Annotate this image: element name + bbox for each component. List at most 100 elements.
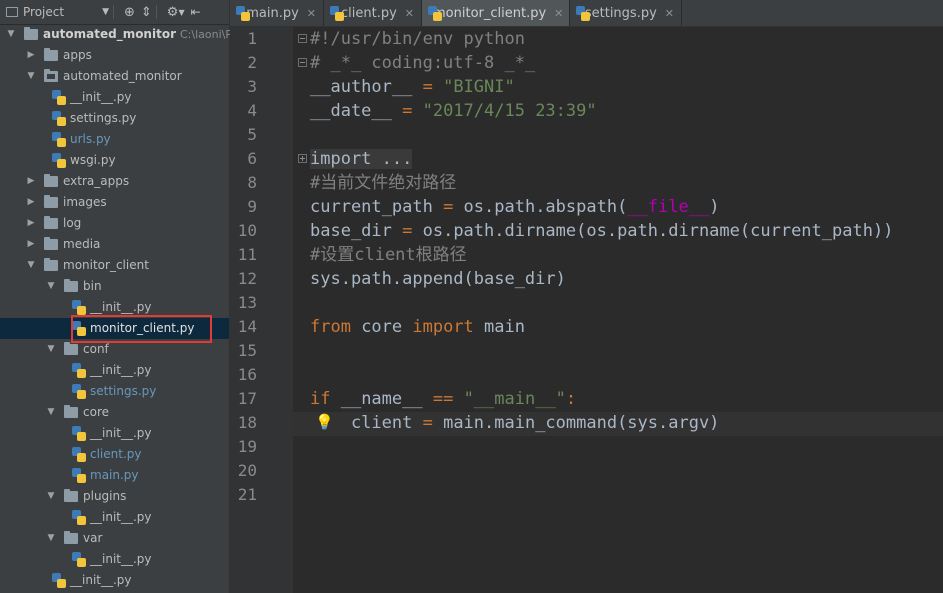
tree-file-item[interactable]: client.py [0,444,229,465]
folder-icon [64,531,80,545]
toolbar-separator [155,5,157,19]
tab-main-py[interactable]: main.py ✕ [230,0,324,26]
tree-item-label: plugins [83,489,127,503]
line-number: 16 [237,365,257,384]
code-line-9: current_path = os.path.abspath(__file__) [310,195,719,219]
expand-arrow-icon[interactable]: ▼ [46,406,56,418]
tab-settings-py[interactable]: settings.py ✕ [570,0,682,26]
imported-name: main [473,317,525,337]
line-number: 9 [247,197,257,216]
tree-item-label: __init__.py [70,573,132,587]
tree-item-label: settings.py [70,111,137,125]
fold-marker-icon[interactable] [298,58,307,67]
tree-file-item[interactable]: settings.py [0,108,229,129]
line-number: 19 [237,437,257,456]
tab-client-py[interactable]: client.py ✕ [324,0,422,26]
tree-item-label: settings.py [90,384,157,398]
expand-fold-icon[interactable] [298,154,307,163]
tree-folder-item[interactable]: ▶ log [0,213,229,234]
collapse-arrow-icon[interactable]: ▶ [26,196,36,208]
assign-op: = [412,413,444,433]
tree-item-label: urls.py [70,132,111,146]
tree-file-item[interactable]: __init__.py [0,507,229,528]
expand-arrow-icon[interactable]: ▼ [46,280,56,292]
close-icon[interactable]: ✕ [665,7,674,20]
expand-arrow-icon[interactable]: ▼ [26,70,36,82]
python-file-icon [52,111,68,126]
main-string: "__main__" [453,389,566,409]
dropdown-arrow-icon: ▼ [102,7,109,17]
hide-panel-icon[interactable]: ⇤ [191,0,201,24]
tree-file-item[interactable]: wsgi.py [0,150,229,171]
line-number: 10 [237,221,257,240]
tree-file-item[interactable]: __init__.py [0,423,229,444]
expand-arrow-icon[interactable]: ▼ [46,343,56,355]
project-toolbar: Project ▼ ⊕ ⇕ ⚙ ▼ ⇤ [0,0,229,25]
project-view-label: Project [23,5,65,19]
close-icon[interactable]: ✕ [554,7,563,20]
name-dunder: __name__ [330,389,433,409]
tab-monitor-client-py[interactable]: monitor_client.py ✕ [422,0,570,26]
tree-item-label: main.py [90,468,139,482]
code-line-8: #当前文件绝对路径 [310,171,456,195]
tree-item-label: __init__.py [90,510,152,524]
expand-arrow-icon[interactable]: ▼ [46,532,56,544]
project-view-selector[interactable]: Project ▼ [6,0,109,24]
tree-folder-item[interactable]: ▶ images [0,192,229,213]
tree-file-item[interactable]: __init__.py [0,360,229,381]
code-line-3: __author__ = "BIGNI" [310,75,515,99]
highlight-box [71,315,212,343]
tree-folder-item[interactable]: ▼ automated_monitor [0,66,229,87]
scroll-from-source-icon[interactable]: ⊕ [124,0,135,24]
tree-file-item[interactable]: urls.py [0,129,229,150]
collapse-arrow-icon[interactable]: ▶ [26,217,36,229]
collapse-arrow-icon[interactable]: ▶ [26,238,36,250]
expand-arrow-icon[interactable]: ▼ [26,259,36,271]
tree-item-label: __init__.py [90,300,152,314]
tree-folder-item[interactable]: ▼ monitor_client [0,255,229,276]
tree-file-item[interactable]: __init__.py [0,549,229,570]
expand-arrow-icon[interactable]: ▼ [46,490,56,502]
collapse-arrow-icon[interactable]: ▶ [26,175,36,187]
tree-item-label: wsgi.py [70,153,116,167]
tree-item-label: log [63,216,82,230]
close-icon[interactable]: ✕ [405,7,414,20]
close-icon[interactable]: ✕ [307,7,316,20]
python-file-icon [330,5,344,21]
code-editor[interactable]: #!/usr/bin/env python # _*_ coding:utf-8… [293,27,943,593]
fold-marker-icon[interactable] [298,34,307,43]
tree-folder-item[interactable]: ▼ automated_monitor C:\laoni\P [0,24,232,45]
tree-file-item[interactable]: main.py [0,465,229,486]
code-line-12: sys.path.append(base_dir) [310,267,566,291]
tree-file-item[interactable]: __init__.py [0,87,229,108]
collapse-arrow-icon[interactable]: ▶ [26,49,36,61]
collapse-all-icon[interactable]: ⇕ [141,0,152,24]
project-icon [6,7,18,17]
assign-op: = [391,101,423,121]
python-file-icon [52,90,68,105]
code-line-2: # _*_ coding:utf-8 _*_ [310,51,535,75]
folded-imports[interactable]: import ... [310,149,413,169]
tree-folder-item[interactable]: ▶ apps [0,45,229,66]
tree-folder-item[interactable]: ▶ media [0,234,229,255]
tree-folder-item[interactable]: ▼ var [0,528,229,549]
tree-item-label: client.py [90,447,142,461]
client-root-comment: #设置client根路径 [310,245,467,265]
expand-arrow-icon[interactable]: ▼ [6,28,16,40]
folder-icon [44,216,60,230]
line-number: 6 [247,149,257,168]
tree-file-item[interactable]: settings.py [0,381,229,402]
tree-folder-item[interactable]: ▼ bin [0,276,229,297]
tree-folder-item[interactable]: ▶ extra_apps [0,171,229,192]
tree-folder-item[interactable]: ▼ plugins [0,486,229,507]
settings-gear-icon[interactable]: ⚙ ▼ [167,0,185,24]
code-line-11: #设置client根路径 [310,243,467,267]
base-dir-var: base_dir [310,221,392,241]
tree-item-label: core [83,405,109,419]
line-number: 21 [237,485,257,504]
python-file-icon [52,573,68,588]
tree-folder-item[interactable]: ▼ core [0,402,229,423]
folder-icon [44,174,60,188]
editor-tab-bar: main.py ✕ client.py ✕ monitor_client.py … [230,0,943,27]
tree-file-item[interactable]: __init__.py [0,570,229,591]
